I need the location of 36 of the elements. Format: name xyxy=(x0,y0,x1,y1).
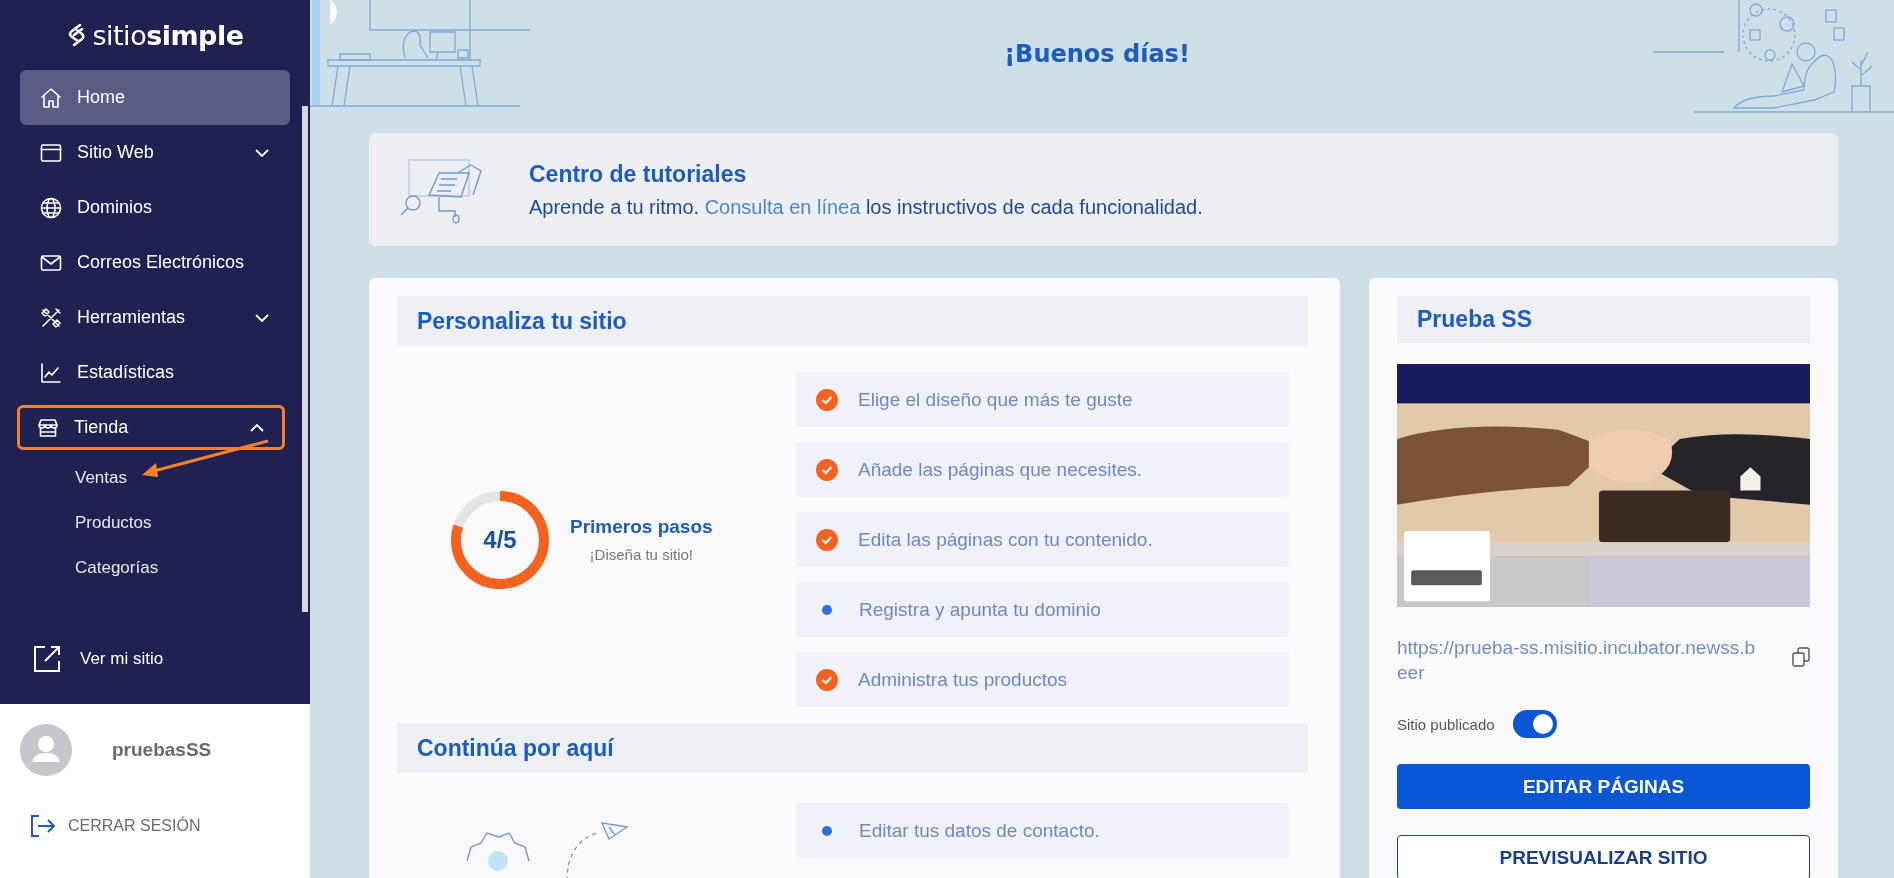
publish-toggle[interactable] xyxy=(1512,710,1557,738)
progress-title: Primeros pasos xyxy=(570,516,713,538)
nav-item[interactable]: Correos Electrónicos xyxy=(20,235,290,290)
submenu-item[interactable]: Categorías xyxy=(0,545,159,590)
tutorials-title: Centro de tutoriales xyxy=(529,160,748,188)
home-icon xyxy=(39,85,63,110)
progress-value: 4/5 xyxy=(483,525,517,554)
tutorials-description: Aprende a tu ritmo. Consulta en línea los instructivos de cada funcionalidad. xyxy=(529,195,1203,219)
preview-site-button[interactable]: PREVISUALIZAR SITIO xyxy=(1397,835,1810,878)
line-chart-icon xyxy=(39,360,63,385)
edit-pages-button[interactable]: EDITAR PÁGINAS xyxy=(1397,764,1810,809)
nav-item[interactable]: Estadísticas xyxy=(20,345,290,400)
globe-icon xyxy=(39,195,63,220)
avatar-icon xyxy=(20,724,72,776)
logout-link[interactable]: CERRAR SESIÓN xyxy=(30,814,201,838)
site-name: Prueba SS xyxy=(1417,305,1533,333)
greeting: ¡Buenos días! xyxy=(1004,40,1190,68)
copy-icon[interactable] xyxy=(1792,646,1810,667)
section-title: Personaliza tu sitio xyxy=(417,307,627,335)
submenu-item[interactable]: Ventas xyxy=(0,455,127,500)
section-title: Continúa por aquí xyxy=(417,734,614,762)
logo-text: sitiosimple xyxy=(92,19,244,51)
logout-icon xyxy=(30,814,56,838)
nav-item[interactable]: Home xyxy=(20,70,290,125)
nav-item[interactable]: Dominios xyxy=(20,180,290,235)
scrollbar[interactable] xyxy=(302,106,308,612)
nav-item[interactable]: Herramientas xyxy=(20,290,290,345)
tools-icon xyxy=(39,305,63,330)
nav-item[interactable]: Tienda xyxy=(17,405,285,450)
publish-label: Sitio publicado xyxy=(1397,715,1495,733)
external-link-icon xyxy=(32,643,62,674)
user-name: pruebasSS xyxy=(112,739,212,761)
nav-item[interactable]: Sitio Web xyxy=(20,125,290,180)
logo-icon xyxy=(66,22,87,48)
submenu-item[interactable]: Productos xyxy=(0,500,152,545)
progress-subtitle: ¡Diseña tu sitio! xyxy=(588,546,694,563)
